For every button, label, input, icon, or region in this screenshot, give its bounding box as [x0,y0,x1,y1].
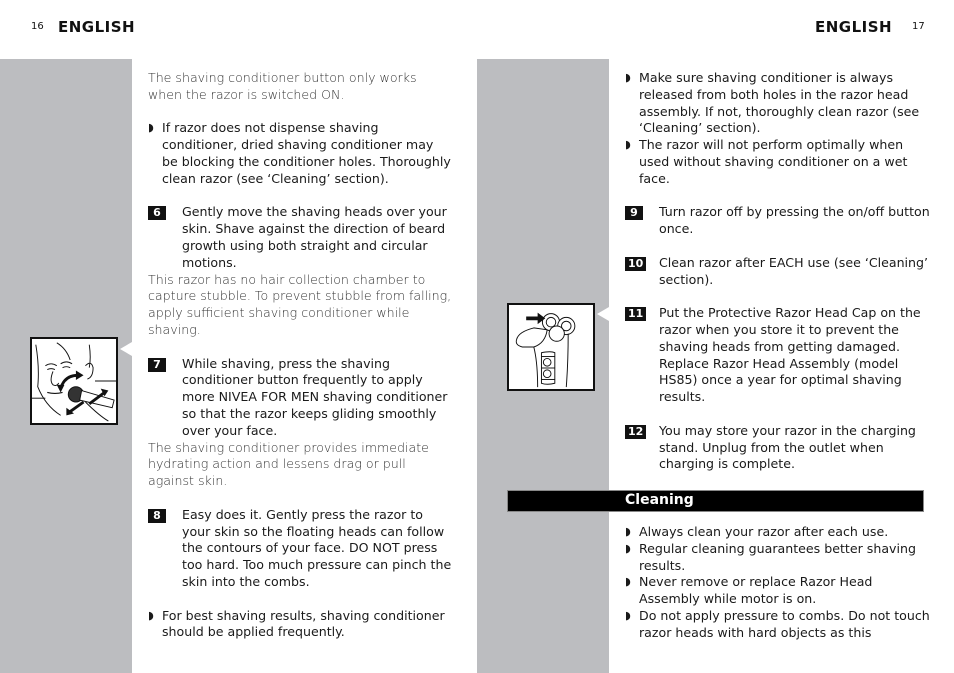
right-content-top: ◗ Make sure shaving conditioner is always… [625,70,930,473]
step-9: 9 Turn razor off by pressing the on/off b… [625,204,930,238]
step-number-badge: 7 [148,357,166,372]
page-number-right: 17 [912,21,925,32]
bullet-text: For best shaving results, shaving condit… [162,607,445,640]
cleaning-content: ◗ Always clean your razor after each use.… [625,524,930,642]
step-text: While shaving, press the shaving conditi… [182,355,448,438]
step-number-badge: 6 [148,206,166,221]
bullet-text: The razor will not perform optimally whe… [639,137,908,186]
bullet-text: Regular cleaning guarantees better shavi… [639,540,916,573]
bullet-text: If razor does not dispense shaving condi… [162,120,451,186]
page-header-right: ENGLISH [815,18,893,36]
bullet-icon: ◗ [625,138,631,152]
page-header-left: ENGLISH [58,18,136,36]
bullet-item: ◗ Do not apply pressure to combs. Do not … [625,608,930,642]
razor-icon [515,312,576,388]
figure-pointer [597,307,609,321]
bullet-text: Never remove or replace Razor Head Assem… [639,574,873,607]
step-number-badge: 11 [625,307,647,322]
bullet-icon: ◗ [148,121,154,135]
step-text: Clean razor after EACH use (see ‘Cleanin… [659,254,929,287]
section-heading-cleaning: Cleaning [507,490,924,512]
bullet-text: Make sure shaving conditioner is always … [639,70,920,136]
step-number-badge: 9 [625,206,643,221]
page-number-left: 16 [31,21,44,32]
step-6: 6 Gently move the shaving heads over your… [148,204,453,271]
bullet-icon: ◗ [625,575,631,589]
bullet-item: ◗ The razor will not perform optimally wh… [625,137,930,187]
step-10: 10 Clean razor after EACH use (see ‘Clean… [625,255,930,289]
left-content: The shaving conditioner button only work… [148,70,453,641]
step-text: Easy does it. Gently press the razor to … [182,506,452,589]
bullet-text: Do not apply pressure to combs. Do not t… [639,607,930,640]
shaving-motion-figure [30,337,118,425]
step-text: Put the Protective Razor Head Cap on the… [659,305,921,405]
step-note: This razor has no hair collection chambe… [148,271,452,337]
step-text: Gently move the shaving heads over your … [182,204,447,270]
step-text: You may store your razor in the charging… [659,422,916,472]
bullet-item: ◗ Always clean your razor after each use. [625,524,930,541]
step-11: 11 Put the Protective Razor Head Cap on t… [625,305,930,406]
bullet-text: Always clean your razor after each use. [639,524,889,539]
bullet-icon: ◗ [625,71,631,84]
step-12: 12 You may store your razor in the chargi… [625,423,930,473]
razor-cap-figure [507,303,595,391]
step-number-badge: 12 [625,424,647,439]
step-text: Turn razor off by pressing the on/off bu… [659,204,930,237]
step-number-badge: 8 [148,508,166,523]
bullet-item: ◗ Regular cleaning guarantees better shav… [625,541,930,575]
bullet-item: ◗ Make sure shaving conditioner is always… [625,70,930,137]
step-number-badge: 10 [625,256,647,271]
figure-pointer [120,342,132,356]
step-7: 7 While shaving, press the shaving condit… [148,356,453,440]
bullet-item: ◗ If razor does not dispense shaving cond… [148,120,453,187]
bullet-icon: ◗ [625,525,631,538]
step-8: 8 Easy does it. Gently press the razor to… [148,507,453,591]
bullet-item: ◗ Never remove or replace Razor Head Asse… [625,574,930,608]
bullet-item: ◗ For best shaving results, shaving condi… [148,608,453,642]
step-note: The shaving conditioner provides immedia… [148,439,429,489]
bullet-icon: ◗ [625,541,631,555]
bullet-icon: ◗ [625,608,631,622]
bullet-icon: ◗ [148,608,154,622]
face-shaving-icon [32,342,116,422]
intro-note: The shaving conditioner button only work… [148,70,417,102]
